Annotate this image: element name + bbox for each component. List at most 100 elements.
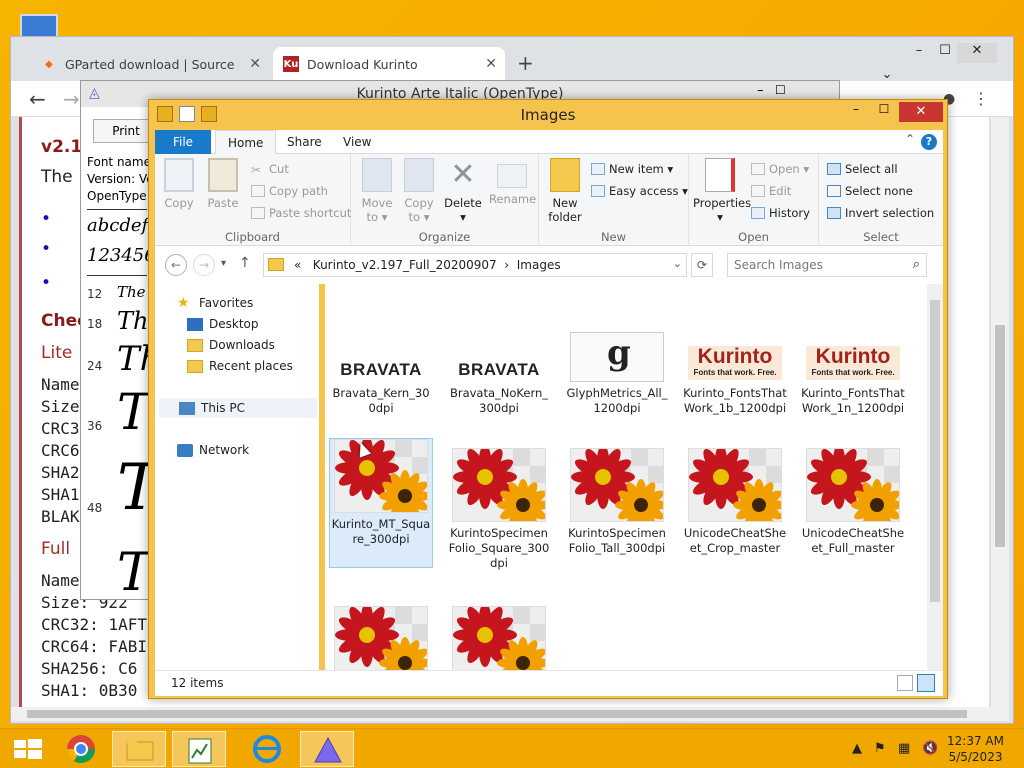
font-viewer-taskbar-icon[interactable]	[300, 731, 354, 767]
show-hidden-icons[interactable]: ▲	[852, 741, 862, 756]
close-icon[interactable]: ✕	[899, 102, 943, 122]
tab-kurinto[interactable]: Ku Download Kurinto ✕	[273, 47, 505, 81]
help-icon[interactable]: ?	[921, 134, 937, 150]
vertical-scrollbar[interactable]	[991, 117, 1009, 721]
bullet[interactable]: •	[41, 209, 51, 229]
invert-selection-button[interactable]: Invert selection	[827, 206, 934, 220]
file-explorer-taskbar-icon[interactable]	[112, 731, 166, 767]
file-item[interactable]: UnicodeCheatSheet_Full_master	[801, 448, 905, 556]
close-icon[interactable]: ✕	[957, 43, 997, 63]
delete-button[interactable]: ✕ Delete ▾	[443, 158, 483, 225]
properties-button[interactable]: Properties ▾	[693, 158, 751, 224]
title-bar[interactable]: Images – ☐ ✕	[149, 100, 947, 130]
new-folder-button[interactable]: New folder	[545, 158, 585, 224]
breadcrumb-kurinto[interactable]: Kurinto_v2.197_Full_20200907	[313, 258, 497, 272]
back-icon[interactable]: ←	[165, 254, 187, 276]
bullet[interactable]: •	[41, 273, 51, 293]
back-icon[interactable]: ←	[29, 87, 46, 111]
address-path[interactable]: « Kurinto_v2.197_Full_20200907 › Images …	[263, 253, 687, 277]
tab-view[interactable]: View	[331, 130, 383, 154]
copy-button[interactable]: Copy	[159, 158, 199, 210]
flag-icon[interactable]: ⚑	[874, 741, 886, 756]
volume-muted-icon[interactable]: 🔇	[922, 741, 938, 756]
maximize-icon[interactable]: ☐	[871, 102, 897, 122]
chevron-down-icon[interactable]: ⌄	[673, 257, 682, 270]
open-button[interactable]: Open ▾	[751, 162, 809, 176]
nav-downloads[interactable]: Downloads	[187, 338, 275, 352]
start-button[interactable]	[0, 731, 54, 767]
history-button[interactable]: History	[751, 206, 810, 220]
move-to-button[interactable]: Move to ▾	[357, 158, 397, 224]
close-tab-icon[interactable]: ✕	[485, 56, 497, 72]
new-tab-icon[interactable]: +	[517, 51, 534, 75]
copy-icon	[164, 158, 194, 192]
file-thumbnail: BRAVATA	[458, 360, 540, 379]
breadcrumb-images[interactable]: Images	[517, 258, 561, 272]
nav-this-pc[interactable]: This PC	[159, 398, 317, 418]
recent-locations-icon[interactable]: ▾	[221, 258, 226, 269]
paste-button[interactable]: Paste	[203, 158, 243, 210]
easy-access-button[interactable]: Easy access ▾	[591, 184, 688, 198]
forward-icon[interactable]: →	[63, 87, 80, 111]
cut-button[interactable]: ✂ Cut	[251, 162, 289, 177]
rename-button[interactable]: Rename	[489, 158, 536, 206]
details-view-icon[interactable]	[897, 675, 913, 691]
edit-button[interactable]: Edit	[751, 184, 791, 198]
internet-explorer-taskbar-icon[interactable]	[240, 731, 294, 767]
search-input[interactable]: Search Images ⌕	[727, 253, 927, 277]
menu-icon[interactable]: ⋮	[973, 89, 989, 108]
file-item[interactable]: BRAVATA Bravata_NoKern_300dpi	[447, 332, 551, 416]
tab-gparted[interactable]: ◆ GParted download | SourceForge ✕	[31, 47, 269, 81]
minimize-icon[interactable]: –	[843, 102, 869, 122]
maximize-icon[interactable]: ☐	[775, 83, 786, 97]
group-label: New	[600, 230, 627, 244]
tab-share[interactable]: Share	[275, 130, 334, 154]
file-thumbnail	[570, 448, 664, 522]
select-none-button[interactable]: Select none	[827, 184, 913, 198]
network-status-icon[interactable]: ▦	[898, 741, 910, 756]
chrome-taskbar-icon[interactable]	[54, 731, 108, 767]
ribbon-tabs: File Home Share View ⌃ ?	[155, 130, 943, 155]
minimize-icon[interactable]: –	[757, 83, 764, 98]
nav-network[interactable]: Network	[177, 443, 249, 457]
file-item[interactable]: Kurinto Fonts that work. Free. Kurinto_Fon…	[683, 332, 787, 416]
new-folder-icon	[550, 158, 580, 192]
file-item[interactable]: KurintoSpecimenFolio_Tall_300dpi	[565, 448, 669, 556]
new-item-button[interactable]: New item ▾	[591, 162, 673, 176]
file-item[interactable]: KurintoSpecimenFolio_Square_300dpi	[447, 448, 551, 571]
bullet[interactable]: •	[41, 239, 51, 259]
horizontal-scrollbar[interactable]	[11, 707, 991, 721]
nav-recent-places[interactable]: Recent places	[187, 359, 293, 373]
file-item[interactable]: Kurinto Fonts that work. Free. Kurinto_Fon…	[801, 332, 905, 416]
large-icons-view-icon[interactable]	[917, 674, 935, 692]
taskbar: ▲ ⚑ ▦ 🔇 12:37 AM 5/5/2023	[0, 728, 1024, 768]
nav-desktop[interactable]: Desktop	[187, 317, 259, 331]
nav-favorites[interactable]: ★ Favorites	[177, 296, 253, 311]
tab-file[interactable]: File	[155, 130, 211, 154]
file-thumbnail: Kurinto Fonts that work. Free.	[806, 332, 900, 382]
paste-shortcut-button[interactable]: Paste shortcut	[251, 206, 351, 220]
path-overflow[interactable]: «	[294, 258, 301, 272]
collapse-ribbon-icon[interactable]: ⌃	[905, 132, 915, 146]
spreadsheet-taskbar-icon[interactable]	[172, 731, 226, 767]
close-tab-icon[interactable]: ✕	[249, 56, 261, 72]
vertical-scrollbar[interactable]	[927, 284, 943, 670]
file-thumbnail: BRAVATA	[340, 360, 422, 379]
clock[interactable]: 12:37 AM 5/5/2023	[947, 733, 1004, 765]
full-row: CRC32: 1AFT	[41, 615, 147, 634]
file-item[interactable]: g GlyphMetrics_All_1200dpi	[565, 332, 669, 416]
flower-image	[807, 449, 899, 521]
refresh-icon[interactable]: ⟳	[691, 253, 713, 277]
file-item[interactable]: UnicodeCheatSheet_Crop_master	[683, 448, 787, 556]
file-item[interactable]: BRAVATA Bravata_Kern_300dpi	[329, 332, 433, 416]
copy-to-button[interactable]: Copy to ▾	[399, 158, 439, 224]
copy-path-button[interactable]: Copy path	[251, 184, 328, 198]
tab-home[interactable]: Home	[215, 130, 277, 155]
forward-icon[interactable]: →	[193, 254, 215, 276]
file-item[interactable]: Kurinto_MT_Square_300dpi	[329, 438, 433, 568]
file-item[interactable]	[329, 606, 433, 670]
file-item[interactable]	[447, 606, 551, 670]
up-icon[interactable]: ↑	[239, 255, 251, 271]
breadcrumb-separator[interactable]: ›	[504, 258, 509, 272]
select-all-button[interactable]: Select all	[827, 162, 898, 176]
